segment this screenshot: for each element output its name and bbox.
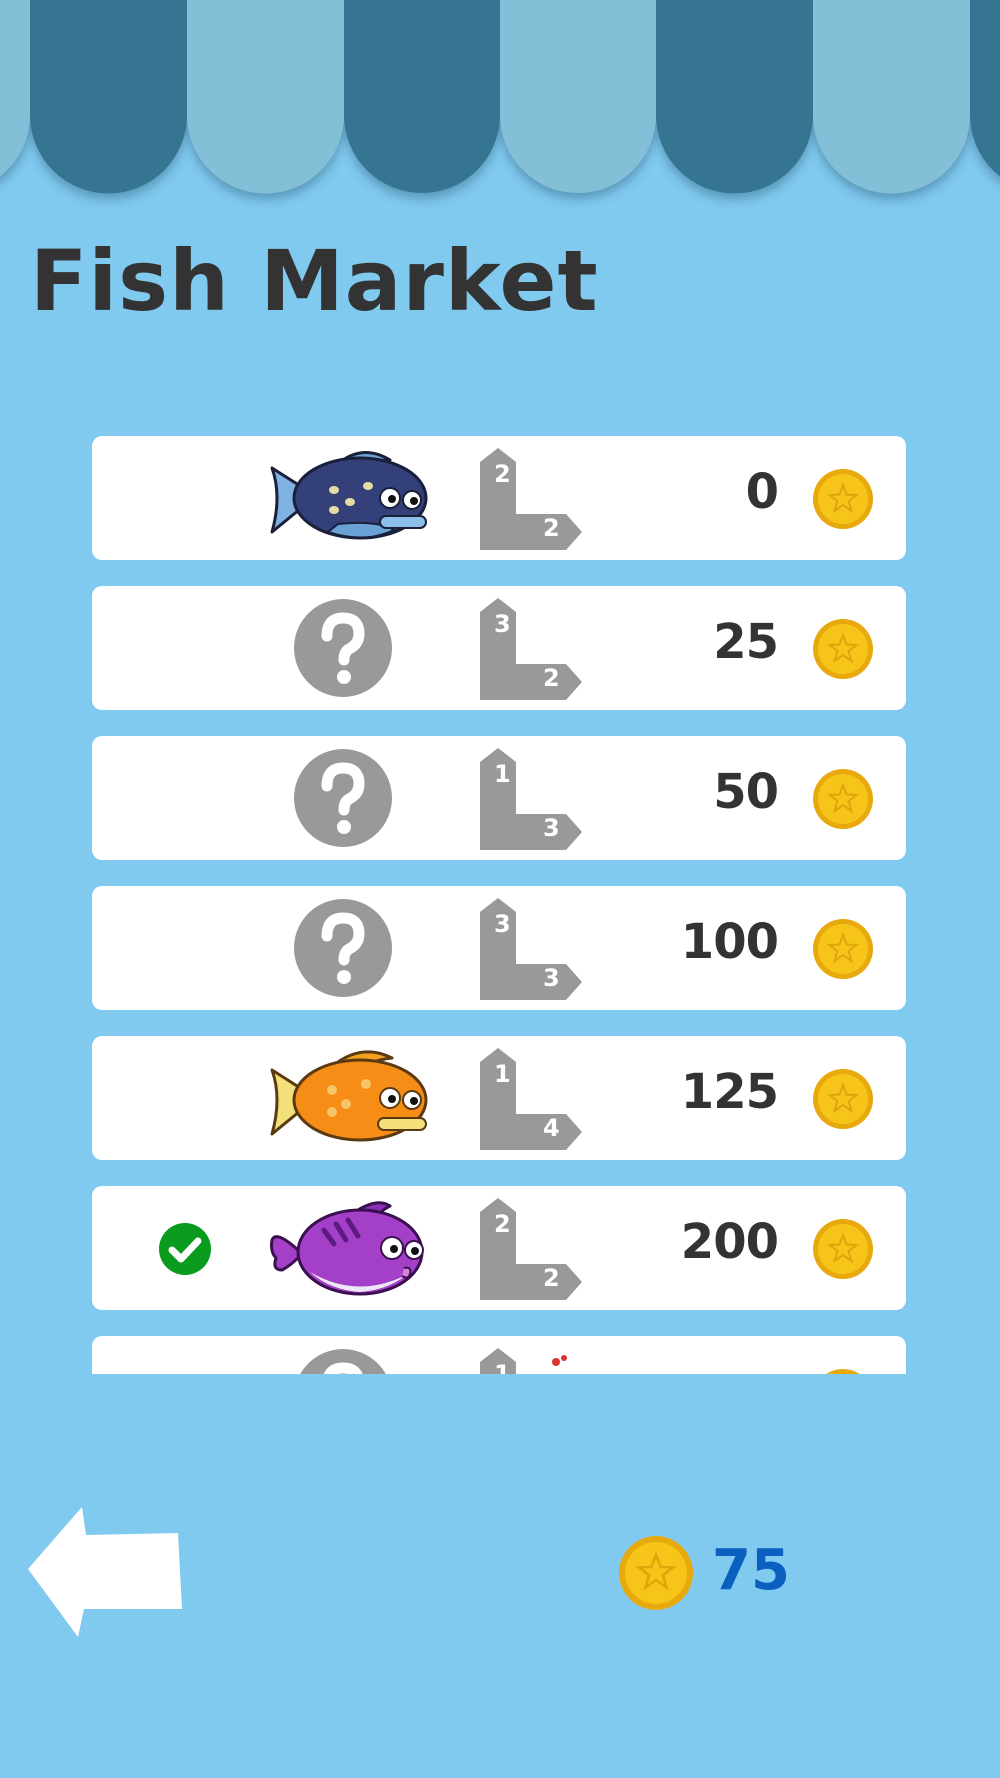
coin-icon [813, 769, 873, 829]
fish-row[interactable]: 3 3 100 [92, 886, 906, 1010]
size-top-label: 1 [494, 760, 511, 788]
fish-list[interactable]: 2 2 0 3 2 25 1 3 50 3 3 100 1 4 125 2 2 … [92, 436, 908, 1374]
price-label: 125 [680, 1064, 779, 1120]
size-bottom-label: 4 [543, 1114, 560, 1142]
coin-icon [619, 1536, 693, 1610]
purple-puffer-fish-icon [270, 1201, 424, 1296]
size-bottom-label: 3 [543, 964, 560, 992]
question-mark-icon [294, 599, 392, 697]
size-top-label: 2 [494, 1210, 511, 1238]
price-label: 100 [680, 914, 779, 970]
price-label: 200 [680, 1214, 779, 1270]
size-top-label: 3 [494, 910, 511, 938]
fish-row[interactable]: 3 2 25 [92, 586, 906, 710]
question-mark-icon [294, 899, 392, 997]
price-label: 0 [745, 464, 779, 520]
question-mark-icon [300, 1349, 386, 1374]
coin-icon [813, 619, 873, 679]
fish-row[interactable]: 2 2 0 [92, 436, 906, 560]
check-icon [159, 1223, 211, 1275]
awning-decoration [0, 0, 1000, 194]
coin-icon [813, 469, 873, 529]
size-top-label: 3 [494, 610, 511, 638]
size-top-label: 1 [494, 1060, 511, 1088]
fish-row[interactable]: 2 2 200 [92, 1186, 906, 1310]
navy-fish-icon [270, 451, 428, 540]
size-bottom-label: 2 [543, 664, 560, 692]
page-title: Fish Market [30, 232, 599, 330]
fish-row[interactable]: 1 4 125 [92, 1036, 906, 1160]
price-label: 50 [713, 764, 779, 820]
back-arrow-icon[interactable] [26, 1505, 182, 1639]
orange-fish-icon [270, 1050, 428, 1142]
size-bottom-label: 2 [543, 1264, 560, 1292]
fish-row[interactable]: 1 [92, 1336, 906, 1374]
size-top-label: 2 [494, 460, 511, 488]
coin-icon [813, 919, 873, 979]
wallet-coin-count: 75 [712, 1538, 790, 1603]
coin-icon [813, 1219, 873, 1279]
question-mark-icon [294, 749, 392, 847]
price-label: 25 [713, 614, 779, 670]
size-bottom-label: 3 [543, 814, 560, 842]
fish-row[interactable]: 1 3 50 [92, 736, 906, 860]
coin-icon [813, 1069, 873, 1129]
coin-icon [826, 1369, 860, 1374]
size-bottom-label: 2 [543, 514, 560, 542]
size-top-label: 1 [494, 1360, 511, 1374]
